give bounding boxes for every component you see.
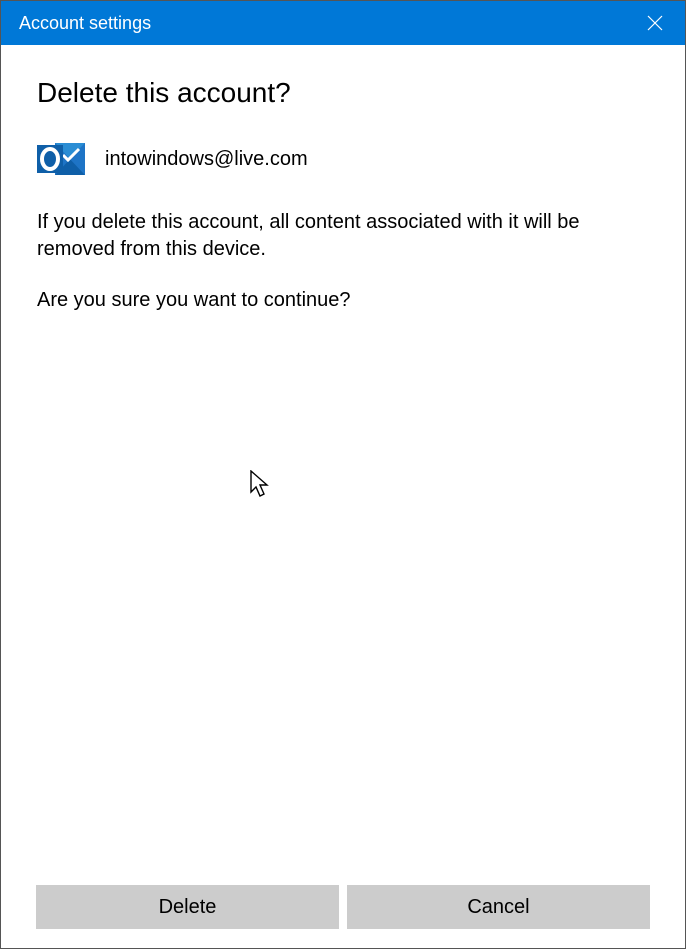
outlook-icon [37, 137, 85, 181]
titlebar: Account settings [1, 1, 685, 45]
dialog-content: Delete this account? intowindows@live.co… [1, 45, 685, 314]
delete-button[interactable]: Delete [36, 885, 339, 929]
close-icon [647, 15, 663, 31]
account-email: intowindows@live.com [105, 148, 308, 171]
warning-text: If you delete this account, all content … [37, 209, 649, 263]
window-title: Account settings [19, 13, 151, 34]
close-button[interactable] [625, 1, 685, 45]
cancel-button[interactable]: Cancel [347, 885, 650, 929]
cursor-icon [250, 470, 274, 498]
account-row: intowindows@live.com [37, 137, 649, 181]
dialog-heading: Delete this account? [37, 77, 649, 109]
confirm-text: Are you sure you want to continue? [37, 287, 649, 314]
button-row: Delete Cancel [36, 885, 650, 929]
